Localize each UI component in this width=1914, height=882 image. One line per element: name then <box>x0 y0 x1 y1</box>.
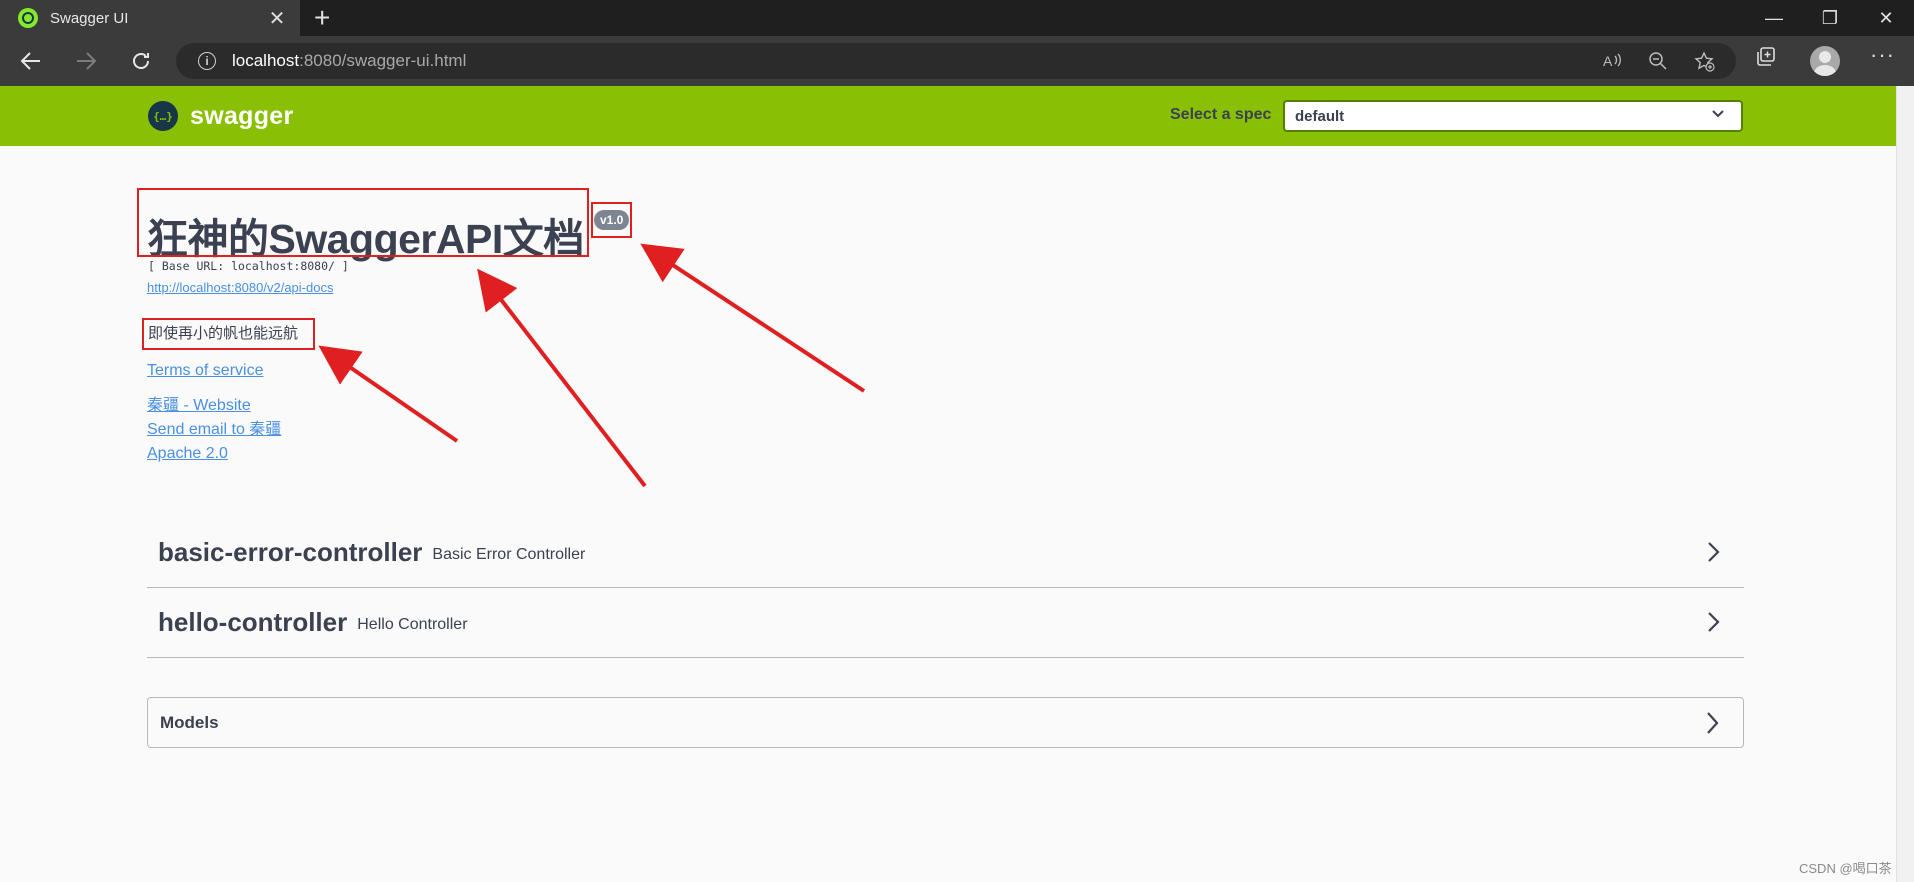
new-tab-button[interactable]: + <box>314 3 330 33</box>
swagger-logo[interactable]: {…} swagger <box>148 101 294 131</box>
csdn-watermark: CSDN @喝口茶 <box>1799 861 1892 876</box>
favorites-star-icon[interactable] <box>1694 51 1716 78</box>
back-arrow-icon[interactable] <box>14 44 48 78</box>
arrow-to-description <box>318 345 459 443</box>
tag-name: basic-error-controller <box>158 537 423 567</box>
chevron-right-icon <box>1705 711 1719 740</box>
url-path: :8080/swagger-ui.html <box>299 51 467 70</box>
swagger-topbar: {…} swagger Select a spec default <box>0 86 1896 146</box>
spec-select-value: default <box>1295 107 1345 125</box>
chevron-right-icon <box>1706 541 1720 568</box>
tag-description: Basic Error Controller <box>432 545 586 563</box>
browser-toolbar: i localhost:8080/swagger-ui.html A ··· <box>0 36 1914 86</box>
arrow-to-title <box>477 268 647 488</box>
browser-tab[interactable]: Swagger UI ✕ <box>0 0 300 36</box>
address-bar[interactable]: i localhost:8080/swagger-ui.html A <box>176 43 1736 79</box>
version-annotation-box <box>591 202 632 238</box>
api-docs-link[interactable]: http://localhost:8080/v2/api-docs <box>147 280 333 295</box>
description-annotation-box <box>142 318 315 350</box>
models-label: Models <box>160 712 219 732</box>
site-info-icon[interactable]: i <box>198 52 216 70</box>
profile-avatar[interactable] <box>1810 46 1840 76</box>
tab-title: Swagger UI <box>50 9 129 27</box>
email-link[interactable]: Send email to 秦疆 <box>147 415 281 439</box>
title-annotation-box <box>137 188 589 257</box>
swagger-favicon-icon <box>18 8 38 28</box>
tag-basic-error-controller[interactable]: basic-error-controller Basic Error Contr… <box>147 518 1744 588</box>
terms-of-service-link[interactable]: Terms of service <box>147 362 263 380</box>
minimize-button[interactable]: — <box>1746 0 1802 36</box>
tab-close-icon[interactable]: ✕ <box>266 6 288 31</box>
tag-description: Hello Controller <box>357 615 468 633</box>
spec-select[interactable]: default <box>1283 100 1743 132</box>
license-link[interactable]: Apache 2.0 <box>147 445 228 463</box>
tag-name: hello-controller <box>158 607 348 637</box>
forward-arrow-icon[interactable] <box>69 44 103 78</box>
tag-hello-controller[interactable]: hello-controller Hello Controller <box>147 588 1744 658</box>
chevron-right-icon <box>1706 611 1720 638</box>
read-aloud-icon[interactable]: A <box>1602 51 1622 76</box>
svg-text:A: A <box>1603 53 1613 69</box>
browser-tab-bar: Swagger UI ✕ + — ❐ ✕ <box>0 0 1914 36</box>
website-link[interactable]: 秦疆 - Website <box>147 391 251 415</box>
logo-text: swagger <box>190 101 294 130</box>
models-section[interactable]: Models <box>147 697 1744 748</box>
page-scrollbar[interactable] <box>1896 86 1914 882</box>
close-window-button[interactable]: ✕ <box>1858 0 1914 36</box>
zoom-out-icon[interactable] <box>1648 51 1668 76</box>
more-menu-icon[interactable]: ··· <box>1870 42 1895 68</box>
collections-icon[interactable] <box>1755 46 1777 74</box>
swagger-logo-icon: {…} <box>148 101 178 131</box>
restore-button[interactable]: ❐ <box>1802 0 1858 36</box>
refresh-icon[interactable] <box>124 44 158 78</box>
select-spec-label: Select a spec <box>1170 106 1272 123</box>
base-url: [ Base URL: localhost:8080/ ] <box>148 259 349 273</box>
chevron-down-icon <box>1711 107 1725 125</box>
url-host: localhost <box>232 51 300 70</box>
arrow-to-version <box>640 243 866 393</box>
